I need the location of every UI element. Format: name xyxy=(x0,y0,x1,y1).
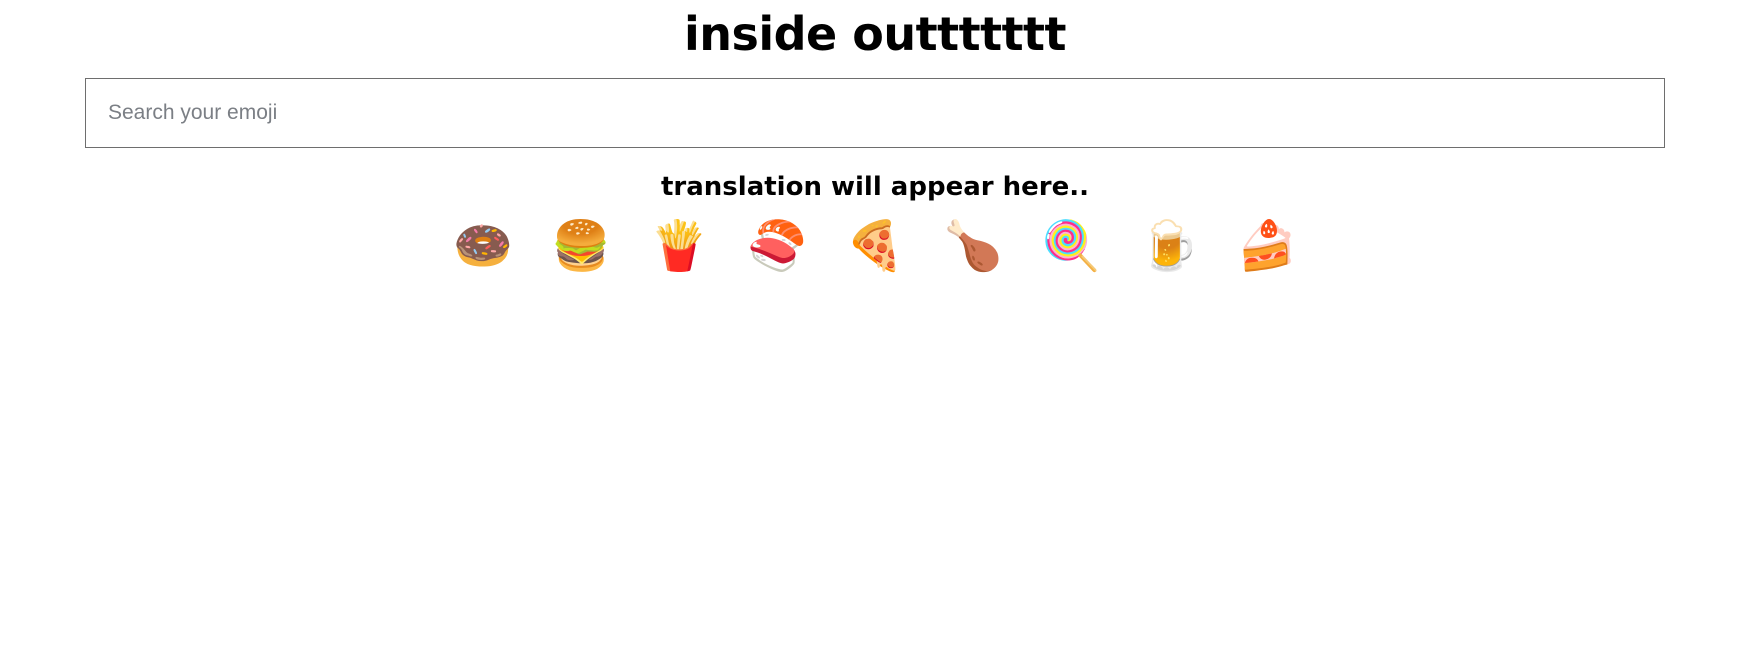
emoji-doughnut-icon[interactable]: 🍩 xyxy=(453,217,513,275)
emoji-sushi-icon[interactable]: 🍣 xyxy=(747,217,807,275)
emoji-french-fries-icon[interactable]: 🍟 xyxy=(649,217,709,275)
translation-status-text: translation will appear here.. xyxy=(661,171,1089,202)
search-container xyxy=(85,77,1665,148)
emoji-pizza-icon[interactable]: 🍕 xyxy=(845,217,905,275)
emoji-translator-page: inside outtttttt translation will appear… xyxy=(0,0,1750,652)
emoji-suggestion-row: 🍩 🍔 🍟 🍣 🍕 🍗 🍭 🍺 🍰 xyxy=(0,203,1750,275)
emoji-beer-mug-icon[interactable]: 🍺 xyxy=(1139,217,1199,275)
emoji-shortcake-icon[interactable]: 🍰 xyxy=(1237,217,1297,275)
emoji-lollipop-icon[interactable]: 🍭 xyxy=(1041,217,1101,275)
search-input[interactable] xyxy=(85,77,1665,148)
emoji-hamburger-icon[interactable]: 🍔 xyxy=(551,217,611,275)
emoji-poultry-leg-icon[interactable]: 🍗 xyxy=(943,217,1003,275)
page-title: inside outtttttt xyxy=(683,7,1067,61)
results-empty-area xyxy=(0,275,1750,585)
